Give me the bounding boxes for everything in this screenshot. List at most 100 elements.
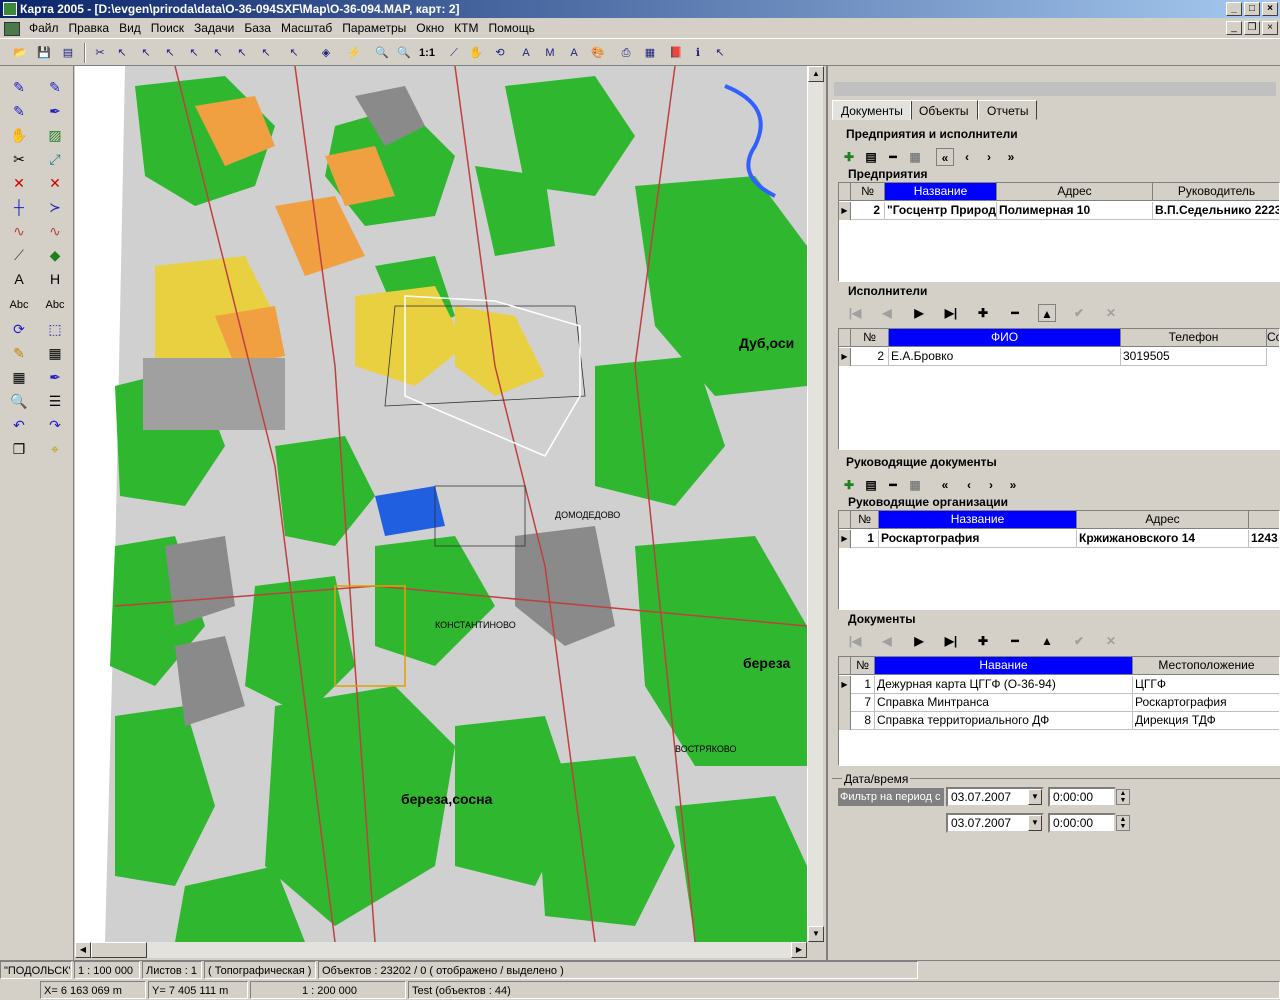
document-icon[interactable]: [4, 21, 20, 36]
copy-icon[interactable]: ▦: [906, 476, 924, 494]
date-to-select[interactable]: 03.07.2007 ▼: [946, 813, 1044, 833]
nav-cancel-icon[interactable]: ✕: [1102, 304, 1120, 322]
col-address[interactable]: Адрес: [1077, 511, 1249, 529]
info-icon[interactable]: ℹ: [688, 43, 708, 63]
paint-icon[interactable]: ✎: [6, 342, 32, 364]
next-icon[interactable]: ›: [980, 148, 998, 166]
last-icon[interactable]: »: [1002, 148, 1020, 166]
col-extra[interactable]: [1249, 511, 1279, 529]
abc-icon[interactable]: Abc: [6, 294, 32, 316]
first-icon[interactable]: «: [936, 476, 954, 494]
lightning-icon[interactable]: ⚡: [344, 43, 364, 63]
select-add-icon[interactable]: ↖: [232, 43, 252, 63]
map-vertical-scrollbar[interactable]: ▲ ▼: [807, 66, 824, 942]
h-tool-icon[interactable]: H: [42, 268, 68, 290]
tab-objects[interactable]: Объекты: [910, 100, 978, 120]
nav-last-icon[interactable]: ▶|: [942, 632, 960, 650]
date-from-select[interactable]: 03.07.2007 ▼: [946, 787, 1044, 807]
rotate-tool-icon[interactable]: ⟳: [6, 318, 32, 340]
rotate-icon[interactable]: ⟲: [490, 43, 510, 63]
nav-delete-icon[interactable]: ━: [1006, 632, 1024, 650]
chevron-down-icon[interactable]: ▼: [1028, 789, 1042, 805]
map-canvas[interactable]: Дуб,оси береза береза,сосна ВОСТРЯКОВО Д…: [75, 66, 807, 942]
text-a-icon[interactable]: A: [516, 43, 536, 63]
map-horizontal-scrollbar[interactable]: ◀ ▶: [75, 942, 807, 958]
close-button[interactable]: ×: [1262, 2, 1278, 16]
table-cell[interactable]: Роскартография: [879, 530, 1077, 548]
select-area-icon[interactable]: ↖: [160, 43, 180, 63]
select-query-icon[interactable]: ↖: [256, 43, 276, 63]
text-m-icon[interactable]: M: [540, 43, 560, 63]
col-address[interactable]: Адрес: [997, 183, 1153, 201]
remove-icon[interactable]: ━: [884, 148, 902, 166]
remove-icon[interactable]: ━: [884, 476, 902, 494]
select-line-icon[interactable]: ↖: [208, 43, 228, 63]
col-location[interactable]: Местоположение: [1133, 657, 1279, 675]
table-row[interactable]: 2: [851, 202, 885, 220]
prev-icon[interactable]: ‹: [960, 476, 978, 494]
edit-table-icon[interactable]: ▤: [862, 148, 880, 166]
open-icon[interactable]: 📂: [10, 43, 30, 63]
nav-first-icon[interactable]: |◀: [846, 304, 864, 322]
time-from-input[interactable]: 0:00:00: [1048, 787, 1116, 807]
table-cell[interactable]: Дирекция ТДФ: [1133, 712, 1279, 730]
menu-database[interactable]: База: [239, 18, 276, 38]
menu-parameters[interactable]: Параметры: [337, 18, 411, 38]
guide-orgs-grid[interactable]: № Название Адрес ▶ 1 Роскартография Кржи…: [838, 510, 1280, 610]
add-icon[interactable]: ✚: [840, 148, 858, 166]
redo-icon[interactable]: ↷: [42, 414, 68, 436]
time-to-spinner[interactable]: ▲ ▼: [1116, 815, 1130, 831]
curve-icon[interactable]: ∿: [6, 220, 32, 242]
nav-prev-icon[interactable]: ◀: [878, 304, 896, 322]
tab-reports[interactable]: Отчеты: [978, 100, 1038, 120]
palette-icon[interactable]: 🎨: [588, 43, 608, 63]
map-view[interactable]: Дуб,оси береза береза,сосна ВОСТРЯКОВО Д…: [75, 66, 807, 942]
table-cell[interactable]: 3019505: [1121, 348, 1267, 366]
enterprises-grid[interactable]: № Название Адрес Руководитель ▶ 2 "Госце…: [838, 182, 1280, 282]
menu-edit[interactable]: Правка: [64, 18, 115, 38]
text-frame-icon[interactable]: A: [564, 43, 584, 63]
nav-prev-icon[interactable]: ◀: [878, 632, 896, 650]
text-tool-icon[interactable]: A: [6, 268, 32, 290]
scissors-icon[interactable]: ✂: [6, 148, 32, 170]
table-cell[interactable]: В.П.Седельнико 2223: [1153, 202, 1279, 220]
col-head[interactable]: Руководитель: [1153, 183, 1279, 201]
copy-icon[interactable]: ▦: [906, 148, 924, 166]
col-fio[interactable]: ФИО: [889, 329, 1121, 347]
table-row[interactable]: 7: [851, 694, 875, 712]
window-icon[interactable]: ❐: [6, 438, 32, 460]
menu-file[interactable]: Файл: [24, 18, 64, 38]
tab-documents[interactable]: Документы: [832, 100, 912, 120]
zoom-out-icon[interactable]: 🔍: [372, 43, 392, 63]
last-icon[interactable]: »: [1004, 476, 1022, 494]
scroll-thumb[interactable]: [91, 942, 147, 958]
menu-window[interactable]: Окно: [411, 18, 449, 38]
table-cell[interactable]: Кржижановского 14: [1077, 530, 1249, 548]
grid-icon[interactable]: ▦: [6, 366, 32, 388]
grid-select-icon[interactable]: ▦: [42, 342, 68, 364]
pencil-edit-icon[interactable]: ✎: [6, 100, 32, 122]
nav-insert-icon[interactable]: ✚: [974, 304, 992, 322]
delete-object-icon[interactable]: ✕: [42, 172, 68, 194]
maximize-button[interactable]: □: [1244, 2, 1260, 16]
book-icon[interactable]: 📕: [666, 43, 686, 63]
col-name[interactable]: Навание: [875, 657, 1133, 675]
table-cell[interactable]: Полимерная 10: [997, 202, 1153, 220]
table-cell[interactable]: Дежурная карта ЦГГФ (О-36-94): [875, 676, 1133, 694]
table-cell[interactable]: Справка Минтранса: [875, 694, 1133, 712]
executors-grid[interactable]: № ФИО Телефон Со ▶ 2 Е.А.Бровко 3019505: [838, 328, 1280, 450]
col-phone[interactable]: Телефон: [1121, 329, 1267, 347]
nav-edit-icon[interactable]: ▲: [1038, 632, 1056, 650]
frame-select-icon[interactable]: ⬚: [42, 318, 68, 340]
undo-icon[interactable]: ↶: [6, 414, 32, 436]
menu-search[interactable]: Поиск: [146, 18, 189, 38]
layers-icon[interactable]: ◈: [316, 43, 336, 63]
col-number[interactable]: №: [851, 183, 885, 201]
pen-icon[interactable]: ✒: [42, 366, 68, 388]
scroll-left-icon[interactable]: ◀: [75, 942, 91, 958]
help-pointer-icon[interactable]: ↖: [710, 43, 730, 63]
hatch-icon[interactable]: ▨: [42, 124, 68, 146]
edit-table-icon[interactable]: ▤: [862, 476, 880, 494]
menu-help[interactable]: Помощь: [483, 18, 539, 38]
nav-first-icon[interactable]: |◀: [846, 632, 864, 650]
